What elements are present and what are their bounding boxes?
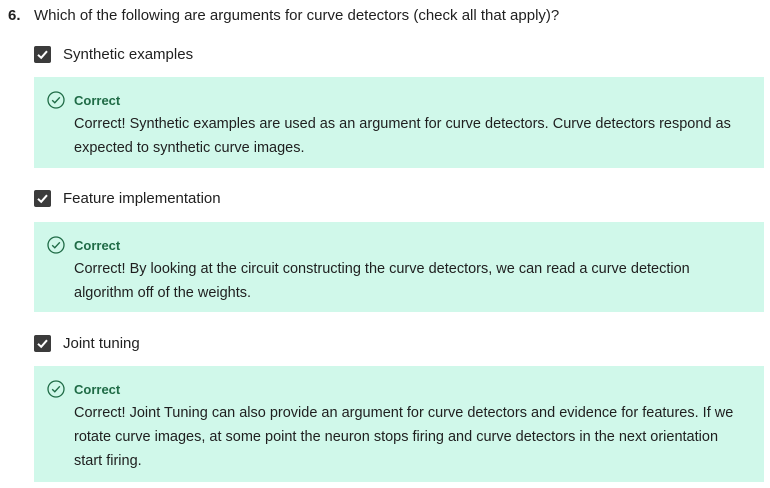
checkbox-checked-icon[interactable] [34, 334, 51, 352]
check-circle-icon [47, 236, 65, 254]
feedback-title: Correct [74, 381, 121, 397]
check-circle-icon [47, 380, 65, 398]
feedback-text: Correct! Synthetic examples are used as … [74, 116, 731, 156]
checkbox-checked-icon[interactable] [34, 45, 51, 63]
option-joint-tuning[interactable]: Joint tuning [34, 332, 140, 354]
feedback-text: Correct! By looking at the circuit const… [74, 261, 690, 301]
feedback-title: Correct [74, 237, 121, 253]
checkbox-checked-icon[interactable] [34, 189, 51, 207]
feedback-title: Correct [74, 92, 121, 108]
feedback-text: Correct! Joint Tuning can also provide a… [74, 405, 734, 469]
question: 6. Which of the following are arguments … [8, 6, 760, 26]
option-feature-implementation[interactable]: Feature implementation [34, 187, 221, 209]
feedback-box: Correct Correct! Joint Tuning can also p… [34, 366, 764, 482]
option-label: Feature implementation [63, 189, 221, 207]
feedback-box: Correct Correct! Synthetic examples are … [34, 77, 764, 168]
question-number: 6. [8, 7, 21, 24]
option-label: Joint tuning [63, 334, 140, 352]
option-label: Synthetic examples [63, 45, 194, 63]
feedback-box: Correct Correct! By looking at the circu… [34, 222, 764, 312]
question-text: Which of the following are arguments for… [34, 7, 560, 24]
check-circle-icon [47, 91, 65, 109]
option-synthetic-examples[interactable]: Synthetic examples [34, 43, 193, 65]
